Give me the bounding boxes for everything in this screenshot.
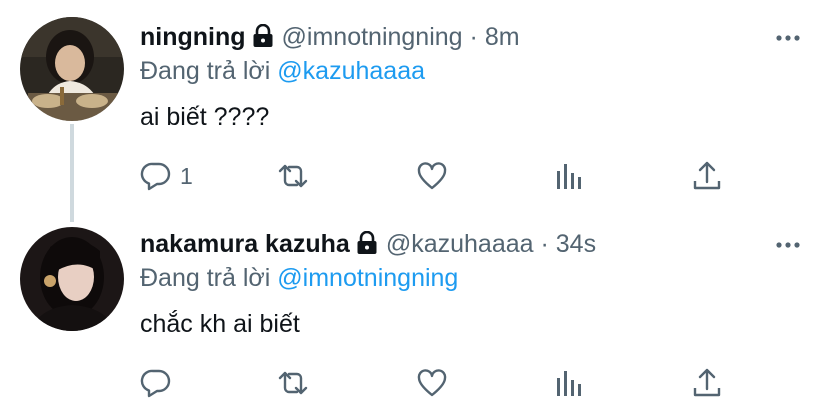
replying-prefix: Đang trả lời bbox=[140, 264, 271, 292]
tweet-text: chắc kh ai biết bbox=[140, 310, 300, 338]
avatar[interactable] bbox=[20, 17, 124, 121]
replying-to: Đang trả lời @imnotningning bbox=[140, 263, 458, 293]
lock-icon bbox=[252, 23, 274, 55]
retweet-button[interactable] bbox=[276, 365, 310, 401]
user-handle[interactable]: @kazuhaaaa bbox=[386, 230, 534, 258]
mention-link[interactable]: @kazuhaaaa bbox=[277, 57, 425, 85]
tweet-text: ai biết ???? bbox=[140, 103, 270, 131]
analytics-icon bbox=[554, 367, 584, 399]
retweet-icon bbox=[276, 160, 310, 192]
analytics-button[interactable] bbox=[554, 365, 584, 401]
action-bar: 1 bbox=[140, 158, 730, 194]
retweet-icon bbox=[276, 367, 310, 399]
tweet-header: nakamura kazuha @kazuhaaaa · 34s bbox=[140, 229, 596, 262]
reply-button[interactable] bbox=[140, 365, 180, 401]
share-icon bbox=[692, 367, 722, 399]
tweet[interactable]: nakamura kazuha @kazuhaaaa · 34s Đang trả… bbox=[0, 203, 828, 403]
reply-icon bbox=[140, 367, 172, 399]
share-button[interactable] bbox=[692, 158, 722, 194]
share-icon bbox=[692, 160, 722, 192]
timestamp[interactable]: 8m bbox=[485, 23, 520, 51]
action-bar bbox=[140, 365, 730, 401]
separator-dot: · bbox=[540, 230, 549, 258]
display-name[interactable]: nakamura kazuha bbox=[140, 230, 350, 258]
timestamp[interactable]: 34s bbox=[556, 230, 596, 258]
display-name[interactable]: ningning bbox=[140, 23, 246, 51]
reply-icon bbox=[140, 160, 172, 192]
separator-dot: · bbox=[469, 23, 478, 51]
reply-button[interactable]: 1 bbox=[140, 158, 193, 194]
reply-count: 1 bbox=[180, 162, 193, 189]
like-icon bbox=[416, 367, 448, 399]
retweet-button[interactable] bbox=[276, 158, 310, 194]
like-icon bbox=[416, 160, 448, 192]
avatar[interactable] bbox=[20, 227, 124, 331]
lock-icon bbox=[356, 230, 378, 262]
replying-to: Đang trả lời @kazuhaaaa bbox=[140, 56, 425, 86]
more-icon[interactable] bbox=[776, 235, 800, 253]
share-button[interactable] bbox=[692, 365, 722, 401]
more-icon[interactable] bbox=[776, 28, 800, 46]
like-button[interactable] bbox=[416, 365, 448, 401]
tweet-header: ningning @imnotningning · 8m bbox=[140, 22, 520, 55]
analytics-icon bbox=[554, 160, 584, 192]
user-handle[interactable]: @imnotningning bbox=[282, 23, 463, 51]
analytics-button[interactable] bbox=[554, 158, 584, 194]
mention-link[interactable]: @imnotningning bbox=[277, 264, 458, 292]
replying-prefix: Đang trả lời bbox=[140, 57, 271, 85]
tweet[interactable]: ningning @imnotningning · 8m Đang trả lời… bbox=[0, 0, 828, 222]
like-button[interactable] bbox=[416, 158, 448, 194]
